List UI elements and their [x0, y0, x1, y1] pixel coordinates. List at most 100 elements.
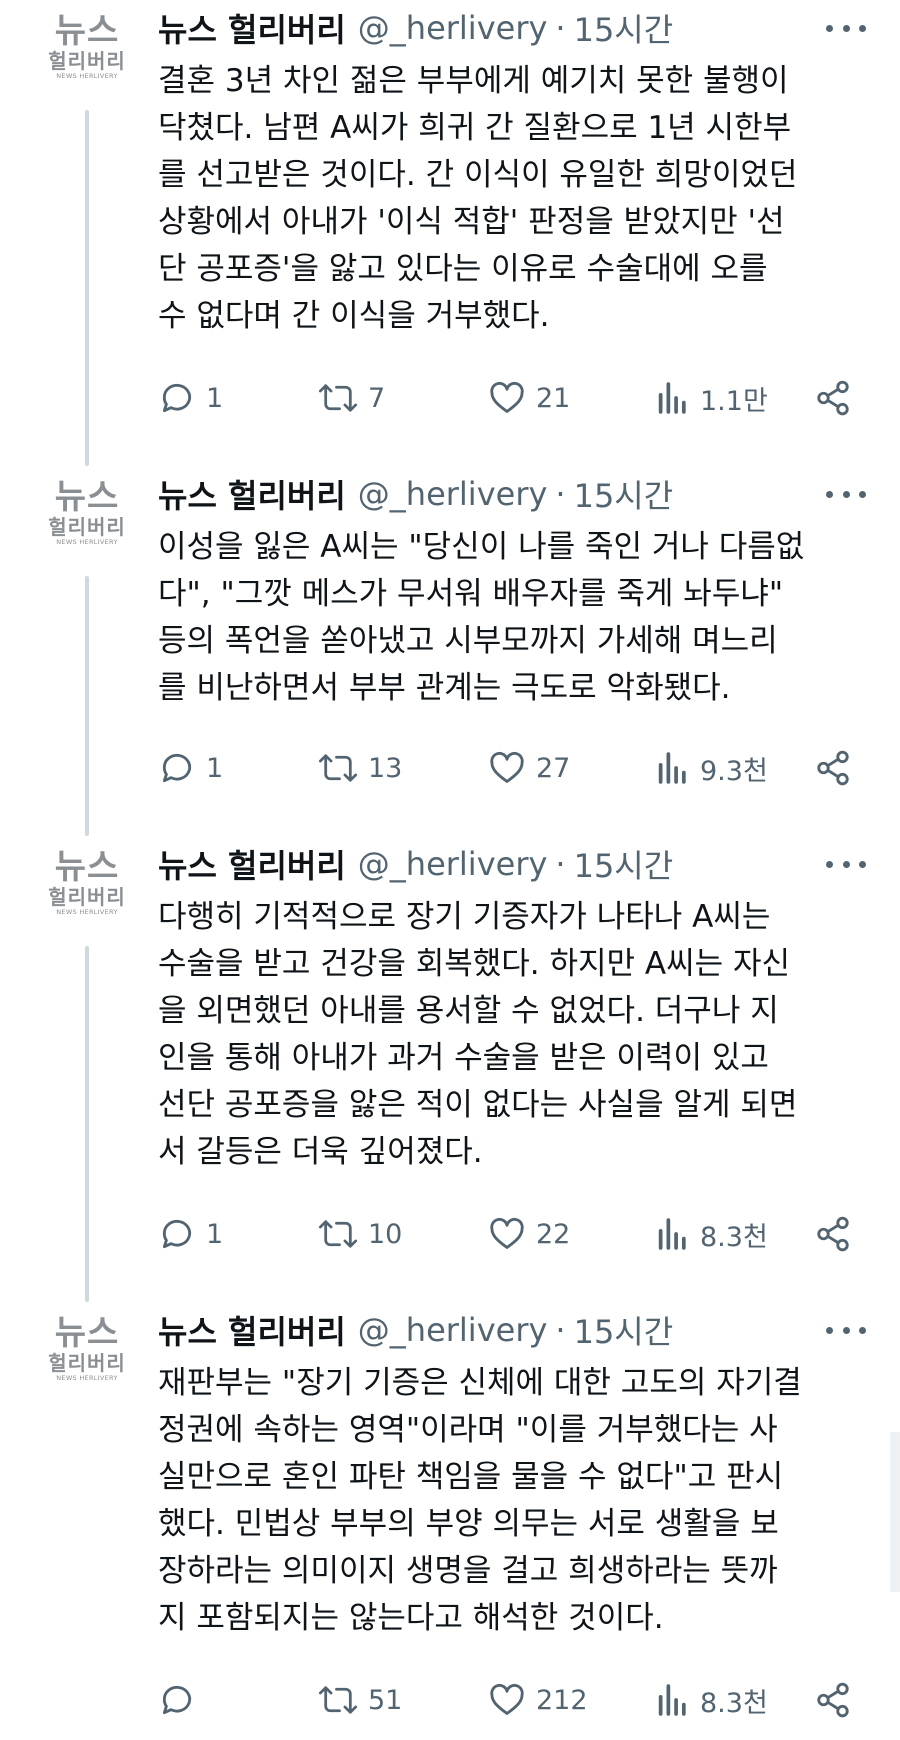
share-icon: [817, 750, 849, 786]
timestamp[interactable]: 15시간: [574, 1307, 674, 1353]
more-dots-icon[interactable]: [826, 18, 866, 38]
heart-icon: [490, 1683, 524, 1715]
avatar-text-brand: 헐리버리: [48, 885, 126, 909]
views-bar-chart-icon: [658, 1218, 686, 1250]
share-icon: [817, 1216, 849, 1252]
separator-dot: ·: [555, 845, 566, 883]
avatar[interactable]: 뉴스 헐리버리 NEWS HERLIVERY: [46, 850, 128, 932]
avatar-text-brand: 헐리버리: [48, 49, 126, 73]
tweet-4[interactable]: 뉴스 헐리버리 NEWS HERLIVERY 뉴스 헐리버리 @_herlive…: [0, 1302, 900, 1740]
separator-dot: ·: [555, 9, 566, 47]
retweet-arrows-icon: [318, 384, 358, 412]
author-handle[interactable]: @_herlivery: [358, 9, 548, 47]
avatar[interactable]: 뉴스 헐리버리 NEWS HERLIVERY: [46, 1316, 128, 1398]
avatar-text-brand: 헐리버리: [48, 1351, 126, 1375]
avatar-text-en: NEWS HERLIVERY: [56, 538, 118, 546]
share-icon: [817, 380, 849, 416]
retweet-button[interactable]: 51: [318, 1678, 402, 1722]
views-button[interactable]: 9.3천: [656, 746, 768, 790]
retweet-arrows-icon: [318, 754, 358, 782]
reply-button[interactable]: 1: [158, 1212, 223, 1256]
timestamp[interactable]: 15시간: [574, 841, 674, 887]
share-button[interactable]: [814, 376, 852, 420]
reply-bubble-icon: [162, 383, 192, 413]
author-handle[interactable]: @_herlivery: [358, 475, 548, 513]
action-bar: 1 10 22 8.3천: [158, 1212, 858, 1256]
like-button[interactable]: 22: [488, 1212, 570, 1256]
reply-bubble-icon: [162, 753, 192, 783]
like-button[interactable]: 212: [488, 1678, 588, 1722]
tweet-1[interactable]: 뉴스 헐리버리 NEWS HERLIVERY 뉴스 헐리버리 @_herlive…: [0, 0, 900, 466]
tweet-header: 뉴스 헐리버리 @_herlivery · 15시간: [158, 472, 673, 516]
views-count: 9.3천: [700, 755, 768, 787]
thread-connector-line: [85, 576, 89, 836]
reply-count: 1: [206, 752, 224, 784]
reply-button[interactable]: 1: [158, 376, 223, 420]
action-bar: 1 13 27 9.3천: [158, 746, 858, 790]
like-count: 22: [536, 1218, 571, 1250]
like-count: 27: [536, 752, 571, 784]
reply-count: 1: [206, 1218, 224, 1250]
tweet-text: 이성을 잃은 A씨는 "당신이 나를 죽인 거나 다름없 다", "그깟 메스가…: [158, 529, 805, 706]
avatar[interactable]: 뉴스 헐리버리 NEWS HERLIVERY: [46, 14, 128, 96]
scrollbar[interactable]: [890, 1432, 900, 1592]
like-count: 212: [536, 1684, 588, 1716]
more-dots-icon[interactable]: [826, 854, 866, 874]
tweet-3[interactable]: 뉴스 헐리버리 NEWS HERLIVERY 뉴스 헐리버리 @_herlive…: [0, 836, 900, 1302]
reply-button[interactable]: [158, 1678, 206, 1722]
views-button[interactable]: 8.3천: [656, 1678, 768, 1722]
share-button[interactable]: [814, 1678, 852, 1722]
like-button[interactable]: 27: [488, 746, 570, 790]
avatar-text-en: NEWS HERLIVERY: [56, 908, 118, 916]
more-dots-icon[interactable]: [826, 1320, 866, 1340]
tweet-2[interactable]: 뉴스 헐리버리 NEWS HERLIVERY 뉴스 헐리버리 @_herlive…: [0, 466, 900, 836]
retweet-arrows-icon: [318, 1220, 358, 1248]
avatar-text-news: 뉴스: [54, 11, 120, 51]
views-bar-chart-icon: [658, 752, 686, 784]
author-name[interactable]: 뉴스 헐리버리: [158, 5, 346, 51]
tweet-text: 재판부는 "장기 기증은 신체에 대한 고도의 자기결 정권에 속하는 영역"이…: [158, 1365, 802, 1636]
views-button[interactable]: 8.3천: [656, 1212, 768, 1256]
avatar-text-news: 뉴스: [54, 477, 120, 517]
timestamp[interactable]: 15시간: [574, 471, 674, 517]
more-dots-icon[interactable]: [826, 484, 866, 504]
heart-icon: [490, 1217, 524, 1249]
retweet-button[interactable]: 7: [318, 376, 385, 420]
views-bar-chart-icon: [658, 382, 686, 414]
author-handle[interactable]: @_herlivery: [358, 845, 548, 883]
timestamp[interactable]: 15시간: [574, 5, 674, 51]
avatar-text-news: 뉴스: [54, 1313, 120, 1353]
author-name[interactable]: 뉴스 헐리버리: [158, 1307, 346, 1353]
avatar[interactable]: 뉴스 헐리버리 NEWS HERLIVERY: [46, 480, 128, 562]
tweet-text: 결혼 3년 차인 젊은 부부에게 예기치 못한 불행이 닥쳤다. 남편 A씨가 …: [158, 63, 798, 334]
share-button[interactable]: [814, 1212, 852, 1256]
share-button[interactable]: [814, 746, 852, 790]
thread-connector-line: [85, 946, 89, 1302]
reply-count: 1: [206, 382, 224, 414]
author-handle[interactable]: @_herlivery: [358, 1311, 548, 1349]
retweet-button[interactable]: 10: [318, 1212, 402, 1256]
retweet-button[interactable]: 13: [318, 746, 402, 790]
avatar-text-en: NEWS HERLIVERY: [56, 1374, 118, 1382]
views-count: 8.3천: [700, 1221, 768, 1253]
author-name[interactable]: 뉴스 헐리버리: [158, 471, 346, 517]
action-bar: 1 7 21 1.1만: [158, 376, 858, 420]
thread-connector-line: [85, 110, 89, 466]
retweet-count: 10: [368, 1218, 403, 1250]
heart-icon: [490, 751, 524, 783]
like-button[interactable]: 21: [488, 376, 570, 420]
views-count: 1.1만: [700, 385, 768, 417]
separator-dot: ·: [555, 1311, 566, 1349]
reply-bubble-icon: [162, 1219, 192, 1249]
like-count: 21: [536, 382, 571, 414]
tweet-thread: 뉴스 헐리버리 NEWS HERLIVERY 뉴스 헐리버리 @_herlive…: [0, 0, 900, 1740]
views-button[interactable]: 1.1만: [656, 376, 768, 420]
retweet-count: 51: [368, 1684, 403, 1716]
reply-button[interactable]: 1: [158, 746, 223, 790]
tweet-text: 다행히 기적적으로 장기 기증자가 나타나 A씨는 수술을 받고 건강을 회복했…: [158, 899, 798, 1170]
reply-bubble-icon: [162, 1685, 192, 1715]
author-name[interactable]: 뉴스 헐리버리: [158, 841, 346, 887]
avatar-text-en: NEWS HERLIVERY: [56, 72, 118, 80]
action-bar: 51 212 8.3천: [158, 1678, 858, 1722]
share-icon: [817, 1682, 849, 1718]
